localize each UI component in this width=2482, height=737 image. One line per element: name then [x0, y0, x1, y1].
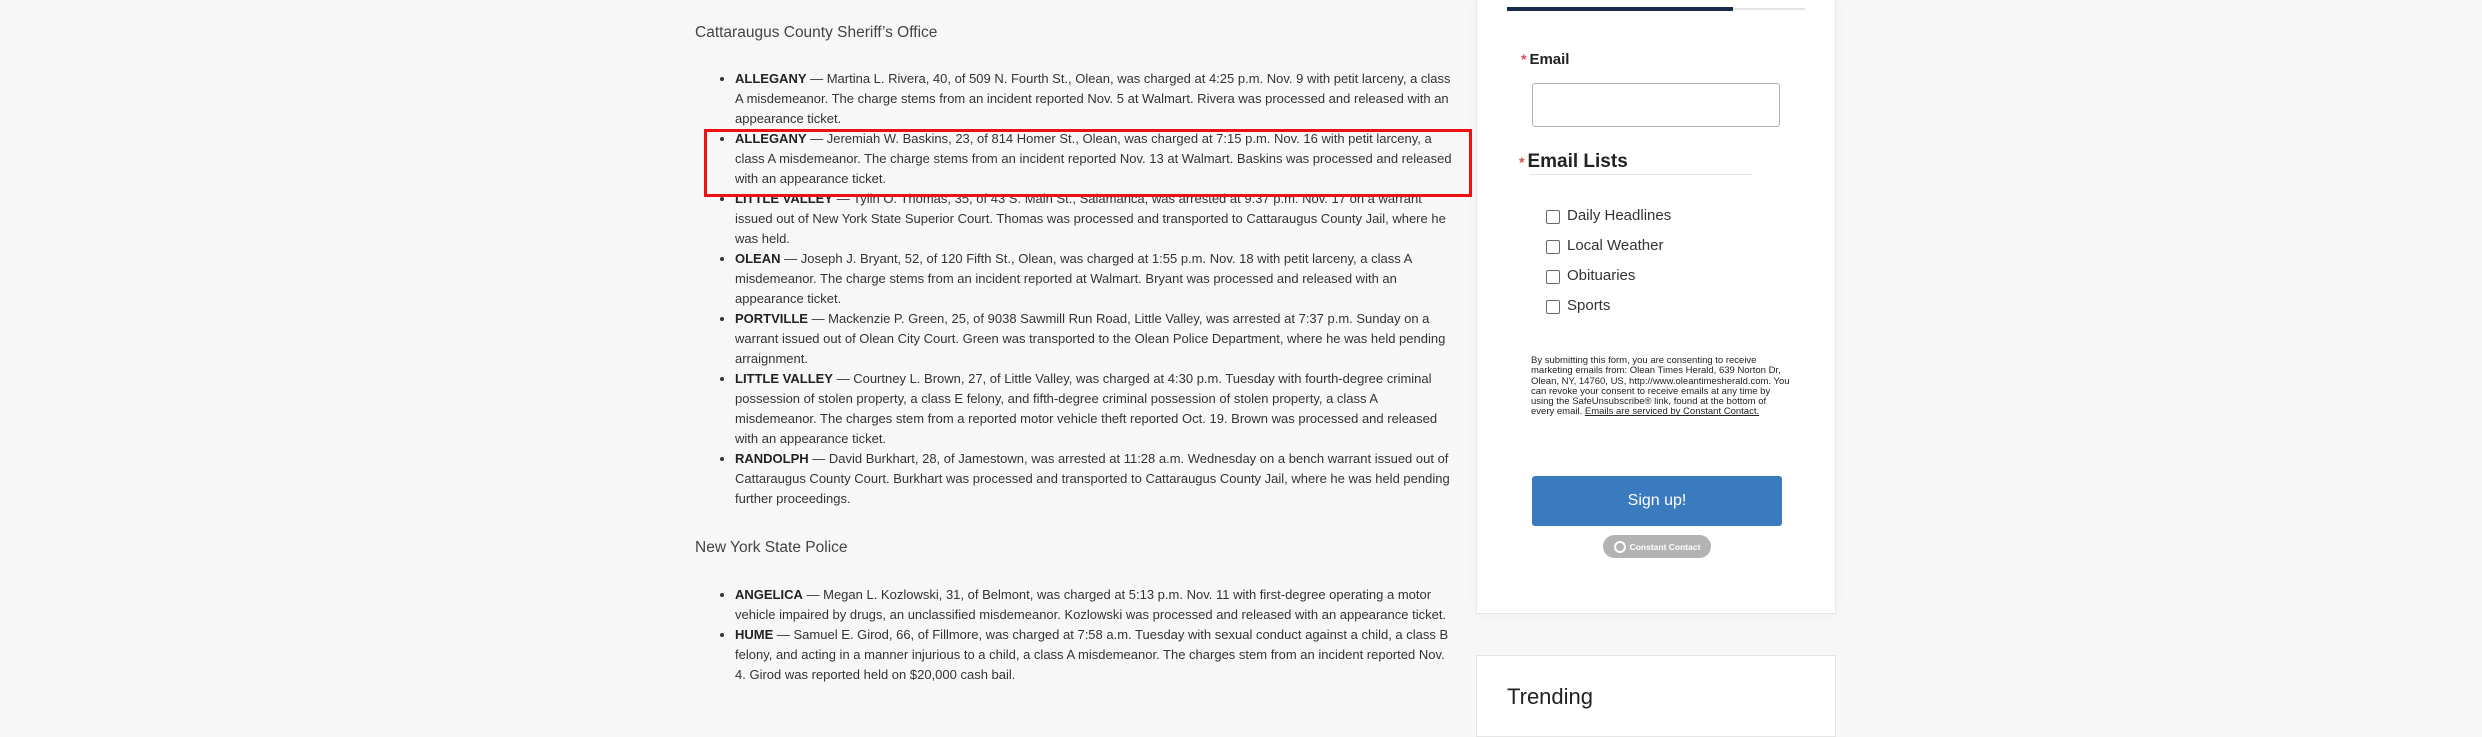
divider	[1530, 174, 1752, 175]
list-item: ALLEGANY — Martina L. Rivera, 40, of 509…	[735, 69, 1455, 129]
checkbox-sports[interactable]: Sports	[1546, 297, 1610, 314]
email-input[interactable]	[1532, 83, 1780, 127]
town-name: HUME	[735, 627, 774, 642]
section-heading-state-police: New York State Police	[695, 539, 848, 556]
progress-fill	[1507, 7, 1733, 11]
constant-contact-logo-icon	[1613, 540, 1626, 553]
town-name: ALLEGANY	[735, 131, 807, 146]
email-lists-label: * Email Lists	[1519, 151, 1628, 172]
newsletter-signup-card: * Email * Email Lists Daily Headlines Loca…	[1476, 0, 1836, 614]
trending-title: Trending	[1507, 684, 1594, 709]
list-item: LITTLE VALLEY — Courtney L. Brown, 27, o…	[735, 369, 1455, 449]
constant-contact-link[interactable]: Emails are serviced by Constant Contact.	[1585, 406, 1759, 417]
town-name: RANDOLPH	[735, 451, 809, 466]
list-item: LITTLE VALLEY — Tylin O. Thomas, 35, of …	[735, 189, 1455, 249]
list-item: HUME — Samuel E. Girod, 66, of Fillmore,…	[735, 625, 1455, 685]
checkbox-obituaries[interactable]: Obituaries	[1546, 267, 1635, 284]
list-item-highlighted: ALLEGANY — Jeremiah W. Baskins, 23, of 8…	[735, 129, 1455, 189]
list-item: PORTVILLE — Mackenzie P. Green, 25, of 9…	[735, 309, 1455, 369]
town-name: ANGELICA	[735, 587, 803, 602]
checkbox-icon[interactable]	[1546, 240, 1560, 254]
blotter-list-state-police: ANGELICA — Megan L. Kozlowski, 31, of Be…	[695, 585, 1455, 685]
blotter-list-sheriff: ALLEGANY — Martina L. Rivera, 40, of 509…	[695, 69, 1455, 509]
required-asterisk: *	[1521, 51, 1527, 67]
checkbox-local-weather[interactable]: Local Weather	[1546, 237, 1663, 254]
town-name: LITTLE VALLEY	[735, 371, 833, 386]
checkbox-icon[interactable]	[1546, 300, 1560, 314]
constant-contact-badge[interactable]: Constant Contact	[1603, 535, 1711, 558]
sign-up-button[interactable]: Sign up!	[1532, 476, 1782, 526]
checkbox-icon[interactable]	[1546, 270, 1560, 284]
list-item: OLEAN — Joseph J. Bryant, 52, of 120 Fif…	[735, 249, 1455, 309]
list-item: RANDOLPH — David Burkhart, 28, of Jamest…	[735, 449, 1455, 509]
town-name: LITTLE VALLEY	[735, 191, 833, 206]
required-asterisk: *	[1519, 154, 1525, 170]
trending-card: Trending	[1476, 655, 1836, 737]
consent-text: By submitting this form, you are consent…	[1531, 355, 1790, 418]
email-label: * Email	[1521, 51, 1570, 68]
section-heading-sheriff: Cattaraugus County Sheriff’s Office	[695, 24, 938, 41]
checkbox-daily-headlines[interactable]: Daily Headlines	[1546, 207, 1671, 224]
town-name: PORTVILLE	[735, 311, 808, 326]
town-name: OLEAN	[735, 251, 781, 266]
checkbox-icon[interactable]	[1546, 210, 1560, 224]
town-name: ALLEGANY	[735, 71, 807, 86]
list-item: ANGELICA — Megan L. Kozlowski, 31, of Be…	[735, 585, 1455, 625]
